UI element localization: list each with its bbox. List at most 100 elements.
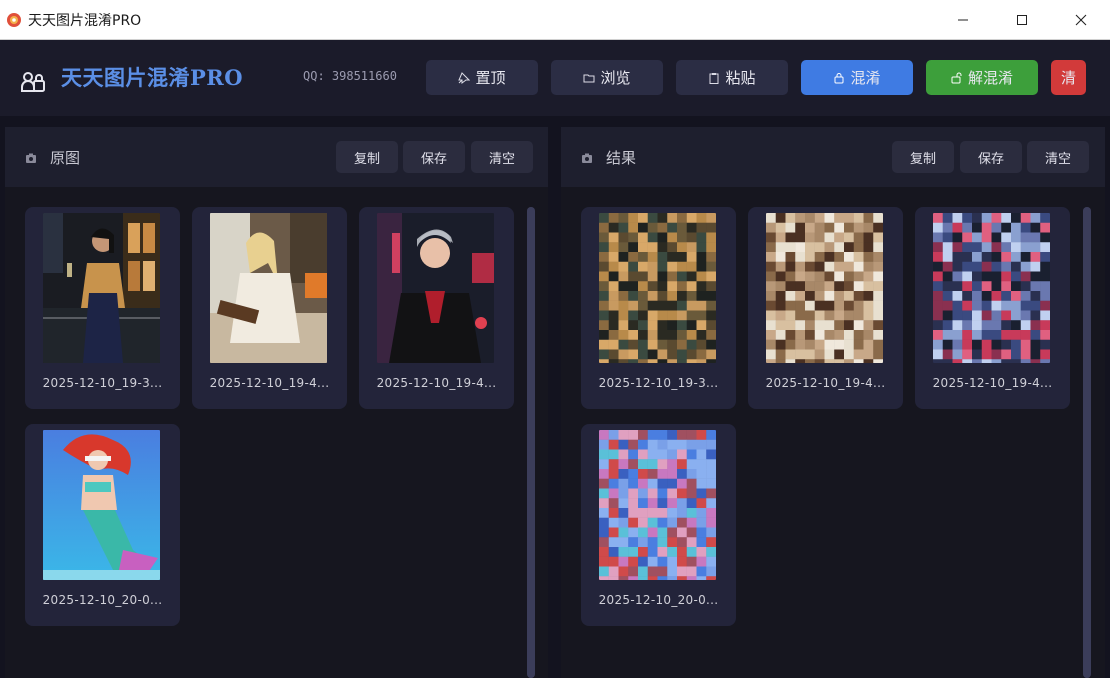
image-card[interactable]: 2025-12-10_19-4... — [359, 207, 514, 409]
mosaic-tile — [981, 349, 992, 360]
mosaic-tile — [863, 271, 874, 282]
result-copy-button[interactable]: 复制 — [892, 141, 954, 173]
mosaic-tile — [696, 439, 707, 450]
mosaic-tile — [686, 300, 697, 311]
original-scrollbar-thumb[interactable] — [527, 207, 535, 678]
mosaic-tile — [853, 359, 864, 363]
clear-all-button[interactable]: 清 — [1051, 60, 1086, 95]
mosaic-tile — [972, 320, 982, 331]
result-scrollbar-thumb[interactable] — [1083, 207, 1091, 678]
browse-button[interactable]: 浏览 — [551, 60, 663, 95]
mosaic-tile — [686, 261, 697, 272]
mosaic-tile — [647, 439, 658, 450]
original-save-button[interactable]: 保存 — [403, 141, 465, 173]
image-card[interactable]: 2025-12-10_19-4... — [915, 207, 1070, 409]
obfuscate-button[interactable]: 混淆 — [801, 60, 913, 95]
result-save-button[interactable]: 保存 — [960, 141, 1022, 173]
mosaic-tile — [814, 271, 825, 282]
image-card[interactable]: 2025-12-10_19-4... — [748, 207, 903, 409]
mosaic-tile — [981, 310, 992, 321]
mosaic-tile — [599, 232, 609, 243]
maximize-button[interactable] — [992, 0, 1051, 40]
mosaic-tile — [962, 222, 973, 233]
mosaic-tile — [1020, 310, 1031, 321]
paste-button[interactable]: 粘贴 — [676, 60, 788, 95]
mosaic-tile — [814, 213, 825, 223]
mosaic-tile — [638, 488, 648, 499]
mosaic-tile — [972, 330, 982, 340]
close-button[interactable] — [1051, 0, 1110, 40]
mosaic-tile — [618, 547, 629, 557]
image-card[interactable]: 2025-12-10_19-3... — [581, 207, 736, 409]
pin-button[interactable]: 置顶 — [426, 60, 538, 95]
mosaic-tile — [853, 291, 864, 301]
image-card[interactable]: 2025-12-10_20-0... — [25, 424, 180, 626]
mosaic-tile — [1001, 271, 1012, 282]
image-card[interactable]: 2025-12-10_19-4... — [192, 207, 347, 409]
mosaic-tile — [618, 222, 629, 233]
mosaic-tile — [599, 566, 609, 577]
mosaic-tile — [618, 556, 629, 567]
mosaic-tile — [667, 478, 678, 489]
minimize-button[interactable] — [933, 0, 992, 40]
mosaic-tile — [599, 242, 609, 253]
mosaic-tile — [657, 576, 668, 580]
mosaic-tile — [775, 359, 786, 363]
mosaic-tile — [628, 213, 639, 223]
mosaic-tile — [667, 537, 678, 548]
original-scrollbar[interactable] — [527, 207, 535, 678]
image-card[interactable]: 2025-12-10_19-3... — [25, 207, 180, 409]
mosaic-tile — [824, 349, 835, 360]
image-card[interactable]: 2025-12-10_20-0... — [581, 424, 736, 626]
mosaic-tile — [775, 281, 786, 292]
mosaic-tile — [853, 339, 864, 350]
mosaic-tile — [677, 488, 687, 499]
original-clear-button[interactable]: 清空 — [471, 141, 533, 173]
mosaic-tile — [991, 261, 1002, 272]
mosaic-tile — [991, 222, 1002, 233]
mosaic-tile — [1020, 271, 1031, 282]
mosaic-tile — [667, 330, 678, 340]
mosaic-tile — [991, 310, 1002, 321]
mosaic-tile — [775, 330, 786, 340]
mosaic-tile — [942, 300, 953, 311]
mosaic-tile — [608, 488, 619, 499]
scrambled-image-red-blue — [933, 213, 1050, 363]
mosaic-tile — [647, 527, 658, 538]
mosaic-tile — [834, 261, 845, 272]
photo-woman-gold-dress — [43, 213, 160, 363]
mosaic-tile — [618, 232, 629, 243]
mosaic-tile — [618, 459, 629, 470]
mosaic-tile — [618, 261, 629, 272]
deobfuscate-label: 解混淆 — [967, 69, 1013, 87]
mosaic-tile — [991, 281, 1002, 292]
mosaic-tile — [686, 330, 697, 340]
mosaic-tile — [706, 300, 716, 311]
mosaic-tile — [667, 508, 678, 518]
result-scrollbar[interactable] — [1083, 207, 1091, 678]
mosaic-tile — [628, 478, 639, 489]
mosaic-tile — [785, 349, 796, 360]
mosaic-tile — [962, 320, 973, 331]
mosaic-tile — [952, 339, 963, 350]
mosaic-tile — [1040, 242, 1050, 253]
mosaic-tile — [696, 556, 707, 567]
mosaic-tile — [608, 310, 619, 321]
deobfuscate-button[interactable]: 解混淆 — [926, 60, 1038, 95]
mosaic-tile — [686, 359, 697, 363]
mosaic-tile — [599, 517, 609, 528]
result-clear-button[interactable]: 清空 — [1027, 141, 1089, 173]
scrambled-image-gold-dark — [599, 213, 716, 363]
mosaic-tile — [618, 359, 629, 363]
mosaic-tile — [952, 252, 963, 262]
mosaic-tile — [1040, 330, 1050, 340]
clipboard-icon — [709, 72, 719, 84]
mosaic-tile — [686, 469, 697, 479]
mosaic-tile — [686, 488, 697, 499]
mosaic-tile — [991, 320, 1002, 331]
mosaic-tile — [991, 232, 1002, 243]
mosaic-tile — [1030, 359, 1041, 363]
mosaic-tile — [853, 261, 864, 272]
scrambled-image-blue-pink — [599, 430, 716, 580]
original-copy-button[interactable]: 复制 — [336, 141, 398, 173]
